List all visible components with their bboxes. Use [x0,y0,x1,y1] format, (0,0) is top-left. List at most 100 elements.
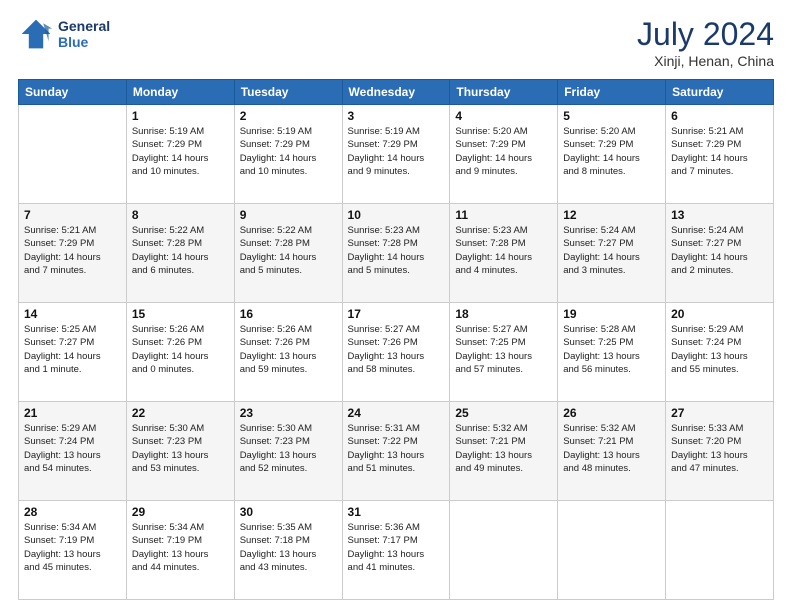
day-info: Sunrise: 5:23 AM Sunset: 7:28 PM Dayligh… [455,224,552,277]
day-number: 28 [24,505,121,519]
day-info: Sunrise: 5:27 AM Sunset: 7:26 PM Dayligh… [348,323,445,376]
calendar-cell: 23 Sunrise: 5:30 AM Sunset: 7:23 PM Dayli… [234,402,342,501]
day-info: Sunrise: 5:26 AM Sunset: 7:26 PM Dayligh… [240,323,337,376]
day-info: Sunrise: 5:32 AM Sunset: 7:21 PM Dayligh… [563,422,660,475]
calendar-cell: 31 Sunrise: 5:36 AM Sunset: 7:17 PM Dayli… [342,501,450,600]
calendar-cell [666,501,774,600]
day-number: 20 [671,307,768,321]
day-info: Sunrise: 5:32 AM Sunset: 7:21 PM Dayligh… [455,422,552,475]
day-number: 3 [348,109,445,123]
day-number: 26 [563,406,660,420]
calendar-week-row: 28 Sunrise: 5:34 AM Sunset: 7:19 PM Dayli… [19,501,774,600]
day-number: 14 [24,307,121,321]
day-info: Sunrise: 5:26 AM Sunset: 7:26 PM Dayligh… [132,323,229,376]
day-number: 19 [563,307,660,321]
day-info: Sunrise: 5:22 AM Sunset: 7:28 PM Dayligh… [240,224,337,277]
calendar-header-wednesday: Wednesday [342,80,450,105]
day-info: Sunrise: 5:20 AM Sunset: 7:29 PM Dayligh… [563,125,660,178]
calendar-header-row: SundayMondayTuesdayWednesdayThursdayFrid… [19,80,774,105]
day-number: 10 [348,208,445,222]
calendar-cell: 30Sunrise: 5:35 AM Sunset: 7:18 PM Dayli… [234,501,342,600]
day-info: Sunrise: 5:19 AM Sunset: 7:29 PM Dayligh… [348,125,445,178]
calendar-cell: 24 Sunrise: 5:31 AM Sunset: 7:22 PM Dayli… [342,402,450,501]
calendar-cell: 7Sunrise: 5:21 AM Sunset: 7:29 PM Daylig… [19,204,127,303]
day-number: 13 [671,208,768,222]
calendar-cell: 9Sunrise: 5:22 AM Sunset: 7:28 PM Daylig… [234,204,342,303]
day-info: Sunrise: 5:25 AM Sunset: 7:27 PM Dayligh… [24,323,121,376]
day-number: 24 [348,406,445,420]
calendar-cell: 2Sunrise: 5:19 AM Sunset: 7:29 PM Daylig… [234,105,342,204]
day-info: Sunrise: 5:21 AM Sunset: 7:29 PM Dayligh… [671,125,768,178]
calendar-header-monday: Monday [126,80,234,105]
calendar-cell: 20 Sunrise: 5:29 AM Sunset: 7:24 PM Dayli… [666,303,774,402]
day-info: Sunrise: 5:29 AM Sunset: 7:24 PM Dayligh… [671,323,768,376]
page: General Blue July 2024 Xinji, Henan, Chi… [0,0,792,612]
day-info: Sunrise: 5:24 AM Sunset: 7:27 PM Dayligh… [563,224,660,277]
calendar-cell: 11 Sunrise: 5:23 AM Sunset: 7:28 PM Dayli… [450,204,558,303]
calendar-cell: 21Sunrise: 5:29 AM Sunset: 7:24 PM Dayli… [19,402,127,501]
calendar-cell: 10 Sunrise: 5:23 AM Sunset: 7:28 PM Dayli… [342,204,450,303]
logo-icon [18,16,54,52]
calendar-cell: 5 Sunrise: 5:20 AM Sunset: 7:29 PM Daylig… [558,105,666,204]
day-info: Sunrise: 5:24 AM Sunset: 7:27 PM Dayligh… [671,224,768,277]
calendar-cell: 27Sunrise: 5:33 AM Sunset: 7:20 PM Dayli… [666,402,774,501]
subtitle: Xinji, Henan, China [637,53,774,69]
day-number: 17 [348,307,445,321]
calendar-cell: 26 Sunrise: 5:32 AM Sunset: 7:21 PM Dayli… [558,402,666,501]
day-number: 4 [455,109,552,123]
day-number: 11 [455,208,552,222]
main-title: July 2024 [637,16,774,53]
day-number: 12 [563,208,660,222]
calendar-cell: 19 Sunrise: 5:28 AM Sunset: 7:25 PM Dayli… [558,303,666,402]
calendar-cell: 4 Sunrise: 5:20 AM Sunset: 7:29 PM Daylig… [450,105,558,204]
day-number: 5 [563,109,660,123]
calendar-cell: 14 Sunrise: 5:25 AM Sunset: 7:27 PM Dayli… [19,303,127,402]
day-number: 1 [132,109,229,123]
day-info: Sunrise: 5:29 AM Sunset: 7:24 PM Dayligh… [24,422,121,475]
day-info: Sunrise: 5:21 AM Sunset: 7:29 PM Dayligh… [24,224,121,277]
calendar-header-tuesday: Tuesday [234,80,342,105]
day-info: Sunrise: 5:34 AM Sunset: 7:19 PM Dayligh… [132,521,229,574]
calendar-cell [450,501,558,600]
day-number: 25 [455,406,552,420]
header: General Blue July 2024 Xinji, Henan, Chi… [18,16,774,69]
calendar-cell: 3 Sunrise: 5:19 AM Sunset: 7:29 PM Daylig… [342,105,450,204]
day-info: Sunrise: 5:36 AM Sunset: 7:17 PM Dayligh… [348,521,445,574]
day-info: Sunrise: 5:28 AM Sunset: 7:25 PM Dayligh… [563,323,660,376]
day-info: Sunrise: 5:19 AM Sunset: 7:29 PM Dayligh… [132,125,229,178]
day-number: 31 [348,505,445,519]
calendar-cell: 6 Sunrise: 5:21 AM Sunset: 7:29 PM Daylig… [666,105,774,204]
day-number: 22 [132,406,229,420]
calendar-cell: 17 Sunrise: 5:27 AM Sunset: 7:26 PM Dayli… [342,303,450,402]
day-number: 30 [240,505,337,519]
day-number: 6 [671,109,768,123]
day-number: 16 [240,307,337,321]
calendar-cell [19,105,127,204]
calendar-cell: 25 Sunrise: 5:32 AM Sunset: 7:21 PM Dayli… [450,402,558,501]
calendar-cell: 13 Sunrise: 5:24 AM Sunset: 7:27 PM Dayli… [666,204,774,303]
calendar-cell: 28 Sunrise: 5:34 AM Sunset: 7:19 PM Dayli… [19,501,127,600]
day-number: 29 [132,505,229,519]
calendar-cell: 8Sunrise: 5:22 AM Sunset: 7:28 PM Daylig… [126,204,234,303]
calendar-week-row: 1 Sunrise: 5:19 AM Sunset: 7:29 PM Daylig… [19,105,774,204]
day-info: Sunrise: 5:30 AM Sunset: 7:23 PM Dayligh… [240,422,337,475]
calendar-week-row: 7Sunrise: 5:21 AM Sunset: 7:29 PM Daylig… [19,204,774,303]
day-info: Sunrise: 5:34 AM Sunset: 7:19 PM Dayligh… [24,521,121,574]
calendar-header-sunday: Sunday [19,80,127,105]
calendar-header-thursday: Thursday [450,80,558,105]
day-number: 18 [455,307,552,321]
day-info: Sunrise: 5:20 AM Sunset: 7:29 PM Dayligh… [455,125,552,178]
day-number: 23 [240,406,337,420]
calendar-cell: 22Sunrise: 5:30 AM Sunset: 7:23 PM Dayli… [126,402,234,501]
day-number: 8 [132,208,229,222]
day-number: 2 [240,109,337,123]
calendar-cell: 18Sunrise: 5:27 AM Sunset: 7:25 PM Dayli… [450,303,558,402]
calendar-cell: 1 Sunrise: 5:19 AM Sunset: 7:29 PM Daylig… [126,105,234,204]
day-info: Sunrise: 5:23 AM Sunset: 7:28 PM Dayligh… [348,224,445,277]
calendar-cell: 12 Sunrise: 5:24 AM Sunset: 7:27 PM Dayli… [558,204,666,303]
calendar-table: SundayMondayTuesdayWednesdayThursdayFrid… [18,79,774,600]
day-info: Sunrise: 5:31 AM Sunset: 7:22 PM Dayligh… [348,422,445,475]
logo-text: General Blue [58,18,110,50]
day-info: Sunrise: 5:33 AM Sunset: 7:20 PM Dayligh… [671,422,768,475]
day-number: 15 [132,307,229,321]
